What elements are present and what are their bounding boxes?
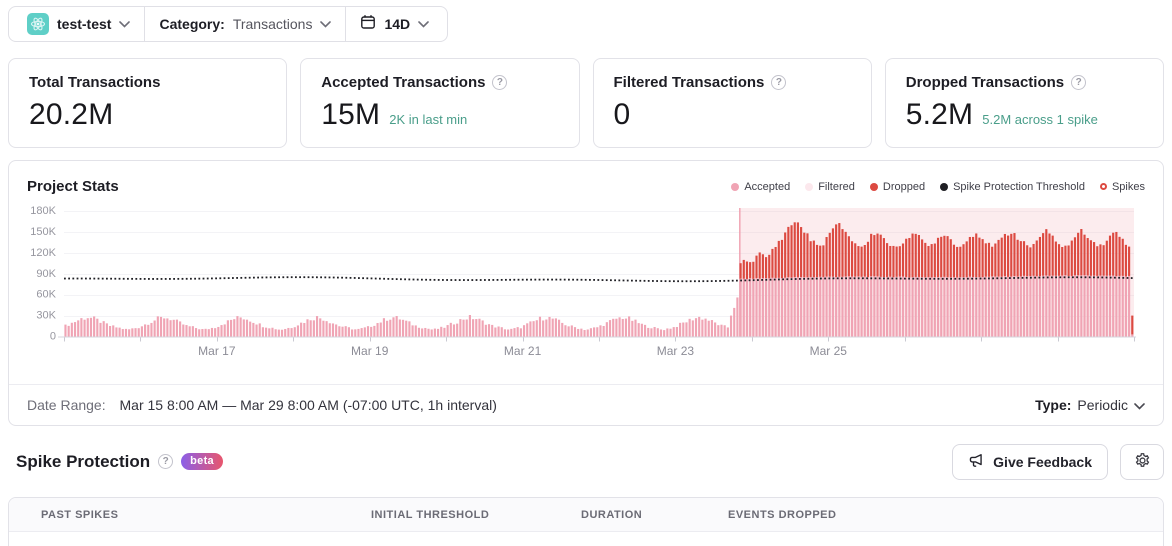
stat-cards-row: Total Transactions 20.2M Accepted Transa… — [8, 58, 1164, 148]
beta-badge: beta — [181, 453, 223, 470]
legend-label: Spikes — [1111, 180, 1145, 193]
card-filtered-transactions: Filtered Transactions ? 0 — [592, 58, 872, 148]
column-header-events-dropped: Events Dropped — [728, 508, 837, 521]
table-header-row: Past Spikes Initial Threshold Duration E… — [9, 498, 1163, 532]
column-header-initial-threshold: Initial Threshold — [371, 508, 490, 521]
category-selector[interactable]: Category: Transactions — [145, 7, 345, 41]
legend-item-filtered[interactable]: Filtered — [805, 181, 855, 193]
usage-stats-page: test-test Category: Transactions 14D Tot… — [0, 0, 1172, 546]
project-stats-card: Project Stats Accepted Filtered Dropped … — [8, 160, 1164, 426]
legend-item-accepted[interactable]: Accepted — [731, 181, 790, 193]
spike-protection-section-header: Spike Protection ? beta Give Feedback — [8, 443, 1164, 480]
filter-toolbar: test-test Category: Transactions 14D — [8, 6, 449, 42]
card-title: Accepted Transactions — [321, 74, 486, 91]
date-range-value: Mar 15 8:00 AM — Mar 29 8:00 AM (-07:00 … — [119, 397, 497, 413]
card-title: Total Transactions — [29, 74, 161, 91]
chart-header: Project Stats Accepted Filtered Dropped … — [9, 161, 1163, 199]
project-selector[interactable]: test-test — [13, 7, 144, 41]
card-value: 20.2M — [29, 98, 114, 131]
card-dropped-transactions: Dropped Transactions ? 5.2M 5.2M across … — [884, 58, 1164, 148]
legend-dot-icon — [805, 182, 814, 191]
chevron-down-icon — [320, 15, 332, 33]
settings-button[interactable] — [1120, 443, 1164, 480]
help-icon[interactable]: ? — [1071, 75, 1087, 90]
help-icon[interactable]: ? — [492, 75, 508, 90]
card-value: 0 — [613, 98, 631, 131]
table-row[interactable] — [9, 532, 1163, 546]
legend-dot-icon — [869, 182, 878, 191]
chart-footer: Date Range: Mar 15 8:00 AM — Mar 29 8:00… — [9, 384, 1163, 425]
chevron-down-icon — [1134, 397, 1145, 413]
legend-ring-icon — [1099, 183, 1107, 190]
card-subtext: 5.2M across 1 spike — [982, 112, 1098, 127]
type-selector[interactable]: Type: Periodic — [1035, 397, 1145, 413]
gear-icon — [1134, 452, 1151, 472]
chart-legend: Accepted Filtered Dropped Spike Protecti… — [731, 181, 1145, 193]
type-label: Type: — [1035, 397, 1072, 413]
column-header-past-spikes: Past Spikes — [41, 508, 119, 521]
legend-label: Spike Protection Threshold — [953, 180, 1085, 193]
chevron-down-icon — [418, 15, 429, 33]
past-spikes-table: Past Spikes Initial Threshold Duration E… — [8, 497, 1164, 546]
card-value: 15M — [321, 98, 381, 131]
card-subtext: 2K in last min — [389, 112, 468, 127]
give-feedback-label: Give Feedback — [993, 453, 1092, 470]
card-title: Filtered Transactions — [613, 74, 765, 91]
legend-item-threshold[interactable]: Spike Protection Threshold — [940, 181, 1085, 193]
date-range-label: Date Range: — [27, 397, 106, 413]
type-value: Periodic — [1077, 397, 1128, 413]
give-feedback-button[interactable]: Give Feedback — [952, 443, 1108, 480]
legend-item-dropped[interactable]: Dropped — [869, 180, 926, 193]
card-title: Dropped Transactions — [905, 74, 1065, 91]
help-icon[interactable]: ? — [771, 75, 787, 90]
period-value: 14D — [384, 16, 411, 32]
category-label: Category: — [159, 16, 225, 32]
section-title: Spike Protection — [16, 451, 151, 471]
help-icon[interactable]: ? — [158, 454, 174, 469]
chart-title: Project Stats — [27, 178, 119, 195]
card-accepted-transactions: Accepted Transactions ? 15M 2K in last m… — [300, 58, 580, 148]
date-period-selector[interactable]: 14D — [346, 7, 443, 41]
legend-dot-icon — [731, 182, 740, 191]
chevron-down-icon — [119, 15, 131, 33]
legend-label: Accepted — [744, 180, 791, 193]
project-name: test-test — [57, 16, 112, 32]
usage-bar-chart[interactable] — [9, 199, 1161, 374]
card-value: 5.2M — [905, 98, 974, 131]
legend-label: Dropped — [882, 180, 926, 193]
react-atom-icon — [27, 13, 49, 35]
column-header-duration: Duration — [581, 508, 643, 521]
megaphone-icon — [968, 452, 985, 472]
category-value: Transactions — [232, 16, 313, 32]
calendar-icon — [360, 14, 376, 35]
card-total-transactions: Total Transactions 20.2M — [8, 58, 288, 148]
legend-item-spikes[interactable]: Spikes — [1099, 180, 1145, 193]
legend-label: Filtered — [818, 180, 855, 193]
legend-dot-icon — [940, 182, 949, 191]
